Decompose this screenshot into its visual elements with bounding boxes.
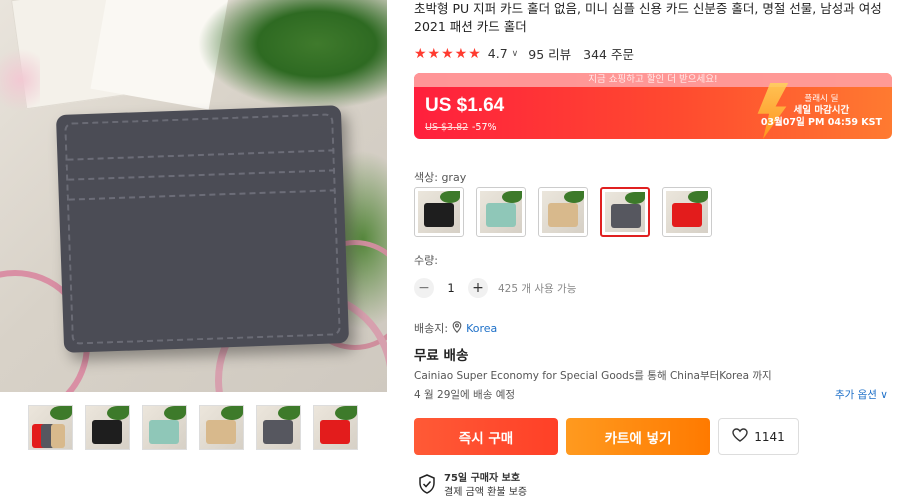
promo-banner[interactable]: 지금 쇼핑하고 할인 더 받으세요!: [414, 73, 892, 87]
decrease-button[interactable]: −: [414, 278, 434, 298]
location-pin-icon: [452, 320, 462, 336]
current-price: US $1.64: [425, 95, 505, 116]
thumbnail-mix[interactable]: [28, 405, 73, 450]
color-swatches: [414, 187, 712, 237]
ship-to-row: 배송지: Korea: [414, 320, 497, 336]
ship-to-label: 배송지:: [414, 322, 449, 335]
decor-fern: [197, 0, 387, 110]
shield-check-icon: [418, 474, 436, 498]
buyer-protection-subtitle: 결제 금액 환불 보증: [444, 487, 528, 498]
buy-now-button[interactable]: 즉시 구매: [414, 418, 558, 455]
product-title: 초박형 PU 지퍼 카드 홀더 없음, 미니 심플 신용 카드 신분증 홀더, …: [414, 1, 882, 34]
flash-deal-timer: 플래시 딜 세일 마감시간 03월07일 PM 04:59 KST: [761, 93, 882, 129]
price-panel: 지금 쇼핑하고 할인 더 받으세요! US $1.64 US $3.82 -57…: [414, 73, 892, 139]
main-product-image[interactable]: [0, 0, 387, 392]
shipping-method: Cainiao Super Economy for Special Goods를…: [414, 370, 772, 382]
thumbnail-black[interactable]: [85, 405, 130, 450]
swatch-gray[interactable]: [600, 187, 650, 237]
star-rating-icon: ★★★★★: [414, 45, 482, 62]
review-count[interactable]: 95 리뷰: [528, 44, 571, 63]
sale-end-label: 세일 마감시간: [793, 105, 850, 116]
quantity-value[interactable]: 1: [434, 281, 468, 295]
decor-flower: [0, 40, 40, 120]
swatch-khaki[interactable]: [538, 187, 588, 237]
heart-icon: [732, 428, 748, 445]
original-price: US $3.82: [425, 122, 469, 133]
free-shipping-title: 무료 배송: [414, 348, 469, 364]
more-shipping-options-link[interactable]: 추가 옵션 ∨: [835, 387, 888, 402]
swatch-black[interactable]: [414, 187, 464, 237]
increase-button[interactable]: +: [468, 278, 488, 298]
sale-end-time: 03월07일 PM 04:59 KST: [760, 117, 882, 128]
buyer-protection: 75일 구매자 보호 결제 금액 환불 보증: [418, 472, 527, 500]
rating-row: ★★★★★ 4.7 ∨ 95 리뷰 344 주문: [414, 44, 634, 63]
quantity-stepper: − 1 + 425 개 사용 가능: [414, 278, 576, 298]
chevron-down-icon[interactable]: ∨: [512, 49, 519, 59]
flash-deal-label: 플래시 딜: [804, 94, 839, 104]
thumbnail-gray[interactable]: [256, 405, 301, 450]
thumbnail-khaki[interactable]: [199, 405, 244, 450]
swatch-red[interactable]: [662, 187, 712, 237]
ship-to-location-link[interactable]: Korea: [466, 322, 497, 335]
wishlist-button[interactable]: 1141: [718, 418, 799, 455]
card-holder-product: [55, 105, 350, 353]
thumbnail-red[interactable]: [313, 405, 358, 450]
stock-available: 425 개 사용 가능: [498, 282, 577, 295]
thumbnail-mint[interactable]: [142, 405, 187, 450]
delivery-estimate: 4 월 29일에 배송 예정: [414, 389, 516, 401]
quantity-label: 수량:: [414, 254, 438, 267]
color-label: 색상: gray: [414, 171, 467, 184]
swatch-mint[interactable]: [476, 187, 526, 237]
wishlist-count: 1141: [754, 429, 785, 444]
buyer-protection-title: 75일 구매자 보호: [444, 473, 521, 484]
discount-badge: -57%: [472, 122, 497, 133]
order-count: 344 주문: [583, 47, 634, 62]
rating-score[interactable]: 4.7: [488, 46, 508, 61]
add-to-cart-button[interactable]: 카트에 넣기: [566, 418, 710, 455]
thumbnail-strip: [28, 405, 358, 450]
